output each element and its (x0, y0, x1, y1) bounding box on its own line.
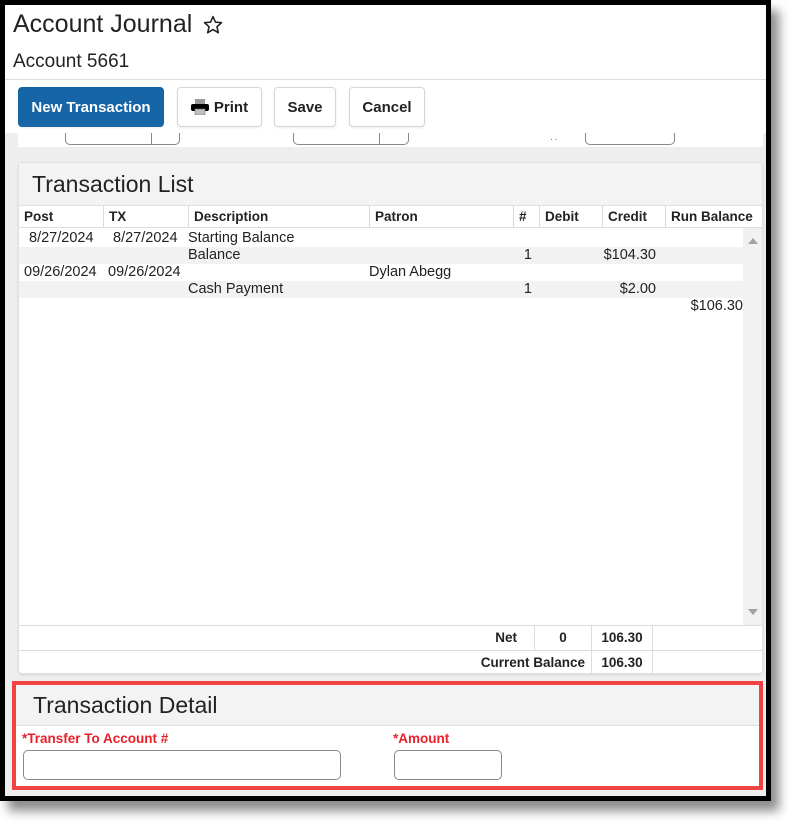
cell-description: Balance (188, 247, 241, 263)
type-filter-select[interactable] (585, 133, 675, 145)
date-filter-end-divider (379, 133, 380, 145)
page-header: Account Journal Account 5661 (5, 5, 766, 80)
new-transaction-label: New Transaction (31, 98, 151, 116)
action-toolbar: New Transaction Print Save Cancel (5, 80, 766, 133)
cell-credit: $2.00 (619, 281, 656, 297)
column-header-tx[interactable]: TX (103, 205, 189, 228)
scroll-up-arrow-icon[interactable] (748, 238, 758, 244)
cell-post: 8/27/2024 (29, 230, 94, 246)
page-title: Account Journal (13, 10, 224, 39)
current-balance-row: Current Balance 106.30 (19, 650, 762, 675)
date-filter-start-divider (151, 133, 152, 145)
table-row[interactable]: Cash Payment 1 $2.00 (19, 281, 743, 298)
cancel-button[interactable]: Cancel (349, 87, 425, 127)
cell-description: Cash Payment (188, 281, 284, 297)
cell-run-balance: $106.30 (690, 298, 743, 314)
print-button[interactable]: Print (177, 87, 262, 127)
filter-label-cutoff: ·· (550, 135, 560, 144)
current-balance-label: Current Balance (480, 655, 585, 670)
save-button[interactable]: Save (274, 87, 336, 127)
column-header-patron[interactable]: Patron (369, 205, 514, 228)
net-label: Net (495, 630, 517, 645)
table-row[interactable]: $106.30 (19, 298, 743, 315)
column-header-description[interactable]: Description (188, 205, 370, 228)
vertical-scrollbar[interactable] (743, 228, 762, 625)
transfer-to-account-input[interactable] (23, 750, 341, 780)
cell-description: Starting Balance (188, 230, 295, 246)
scroll-down-arrow-icon[interactable] (748, 609, 758, 615)
net-row: Net 0 106.30 (19, 625, 762, 650)
cell-count: 1 (523, 247, 532, 263)
transaction-detail-panel: Transaction Detail *Transfer To Account … (12, 681, 763, 790)
table-row[interactable]: 8/27/2024 8/27/2024 Starting Balance (19, 230, 743, 247)
page-title-text: Account Journal (13, 10, 193, 38)
new-transaction-button[interactable]: New Transaction (18, 87, 164, 127)
page-subtitle: Account 5661 (13, 51, 130, 72)
cell-credit: $104.30 (603, 247, 656, 263)
column-header-count[interactable]: # (513, 205, 540, 228)
cell-count: 1 (523, 281, 532, 297)
transaction-list-title: Transaction List (19, 163, 762, 206)
header-row: Post TX Description Patron # Debit Credi… (19, 205, 762, 228)
transaction-table-header: Post TX Description Patron # Debit Credi… (19, 205, 762, 228)
cancel-label: Cancel (362, 98, 412, 116)
save-label: Save (287, 98, 323, 116)
cell-post: 09/26/2024 (24, 264, 97, 280)
print-label: Print (213, 98, 249, 116)
column-header-post[interactable]: Post (19, 205, 104, 228)
table-row[interactable]: 09/26/2024 09/26/2024 Dylan Abegg (19, 264, 743, 281)
date-filter-end[interactable] (293, 133, 409, 145)
printer-icon (190, 99, 209, 115)
app-window: Account Journal Account 5661 New Transac… (5, 5, 766, 796)
transaction-list-panel: Transaction List Post TX Description Pat… (18, 162, 763, 675)
cell-tx: 8/27/2024 (113, 230, 178, 246)
date-filter-start[interactable] (65, 133, 180, 145)
transaction-table-body: 8/27/2024 8/27/2024 Starting Balance Balanc… (19, 228, 762, 625)
table-row[interactable]: Balance 1 $104.30 (19, 247, 743, 264)
amount-input[interactable] (394, 750, 502, 780)
current-balance-value: 106.30 (601, 655, 643, 670)
net-debit-value: 0 (559, 630, 567, 645)
filter-strip-cutoff: ·· (18, 133, 763, 147)
star-outline-icon[interactable] (202, 14, 224, 36)
transaction-detail-title: Transaction Detail (16, 685, 759, 726)
column-header-run-balance[interactable]: Run Balance (665, 205, 762, 228)
totals-section: Net 0 106.30 Current Balance 106.30 (19, 625, 762, 675)
net-credit-value: 106.30 (601, 630, 643, 645)
cell-tx: 09/26/2024 (108, 264, 181, 280)
column-header-debit[interactable]: Debit (539, 205, 603, 228)
divider (652, 626, 653, 650)
amount-label: *Amount (393, 731, 450, 746)
cell-patron: Dylan Abegg (369, 264, 452, 280)
transfer-to-account-label: *Transfer To Account # (22, 731, 169, 746)
divider (652, 651, 653, 675)
column-header-credit[interactable]: Credit (602, 205, 666, 228)
transaction-rows: 8/27/2024 8/27/2024 Starting Balance Balanc… (19, 230, 743, 315)
